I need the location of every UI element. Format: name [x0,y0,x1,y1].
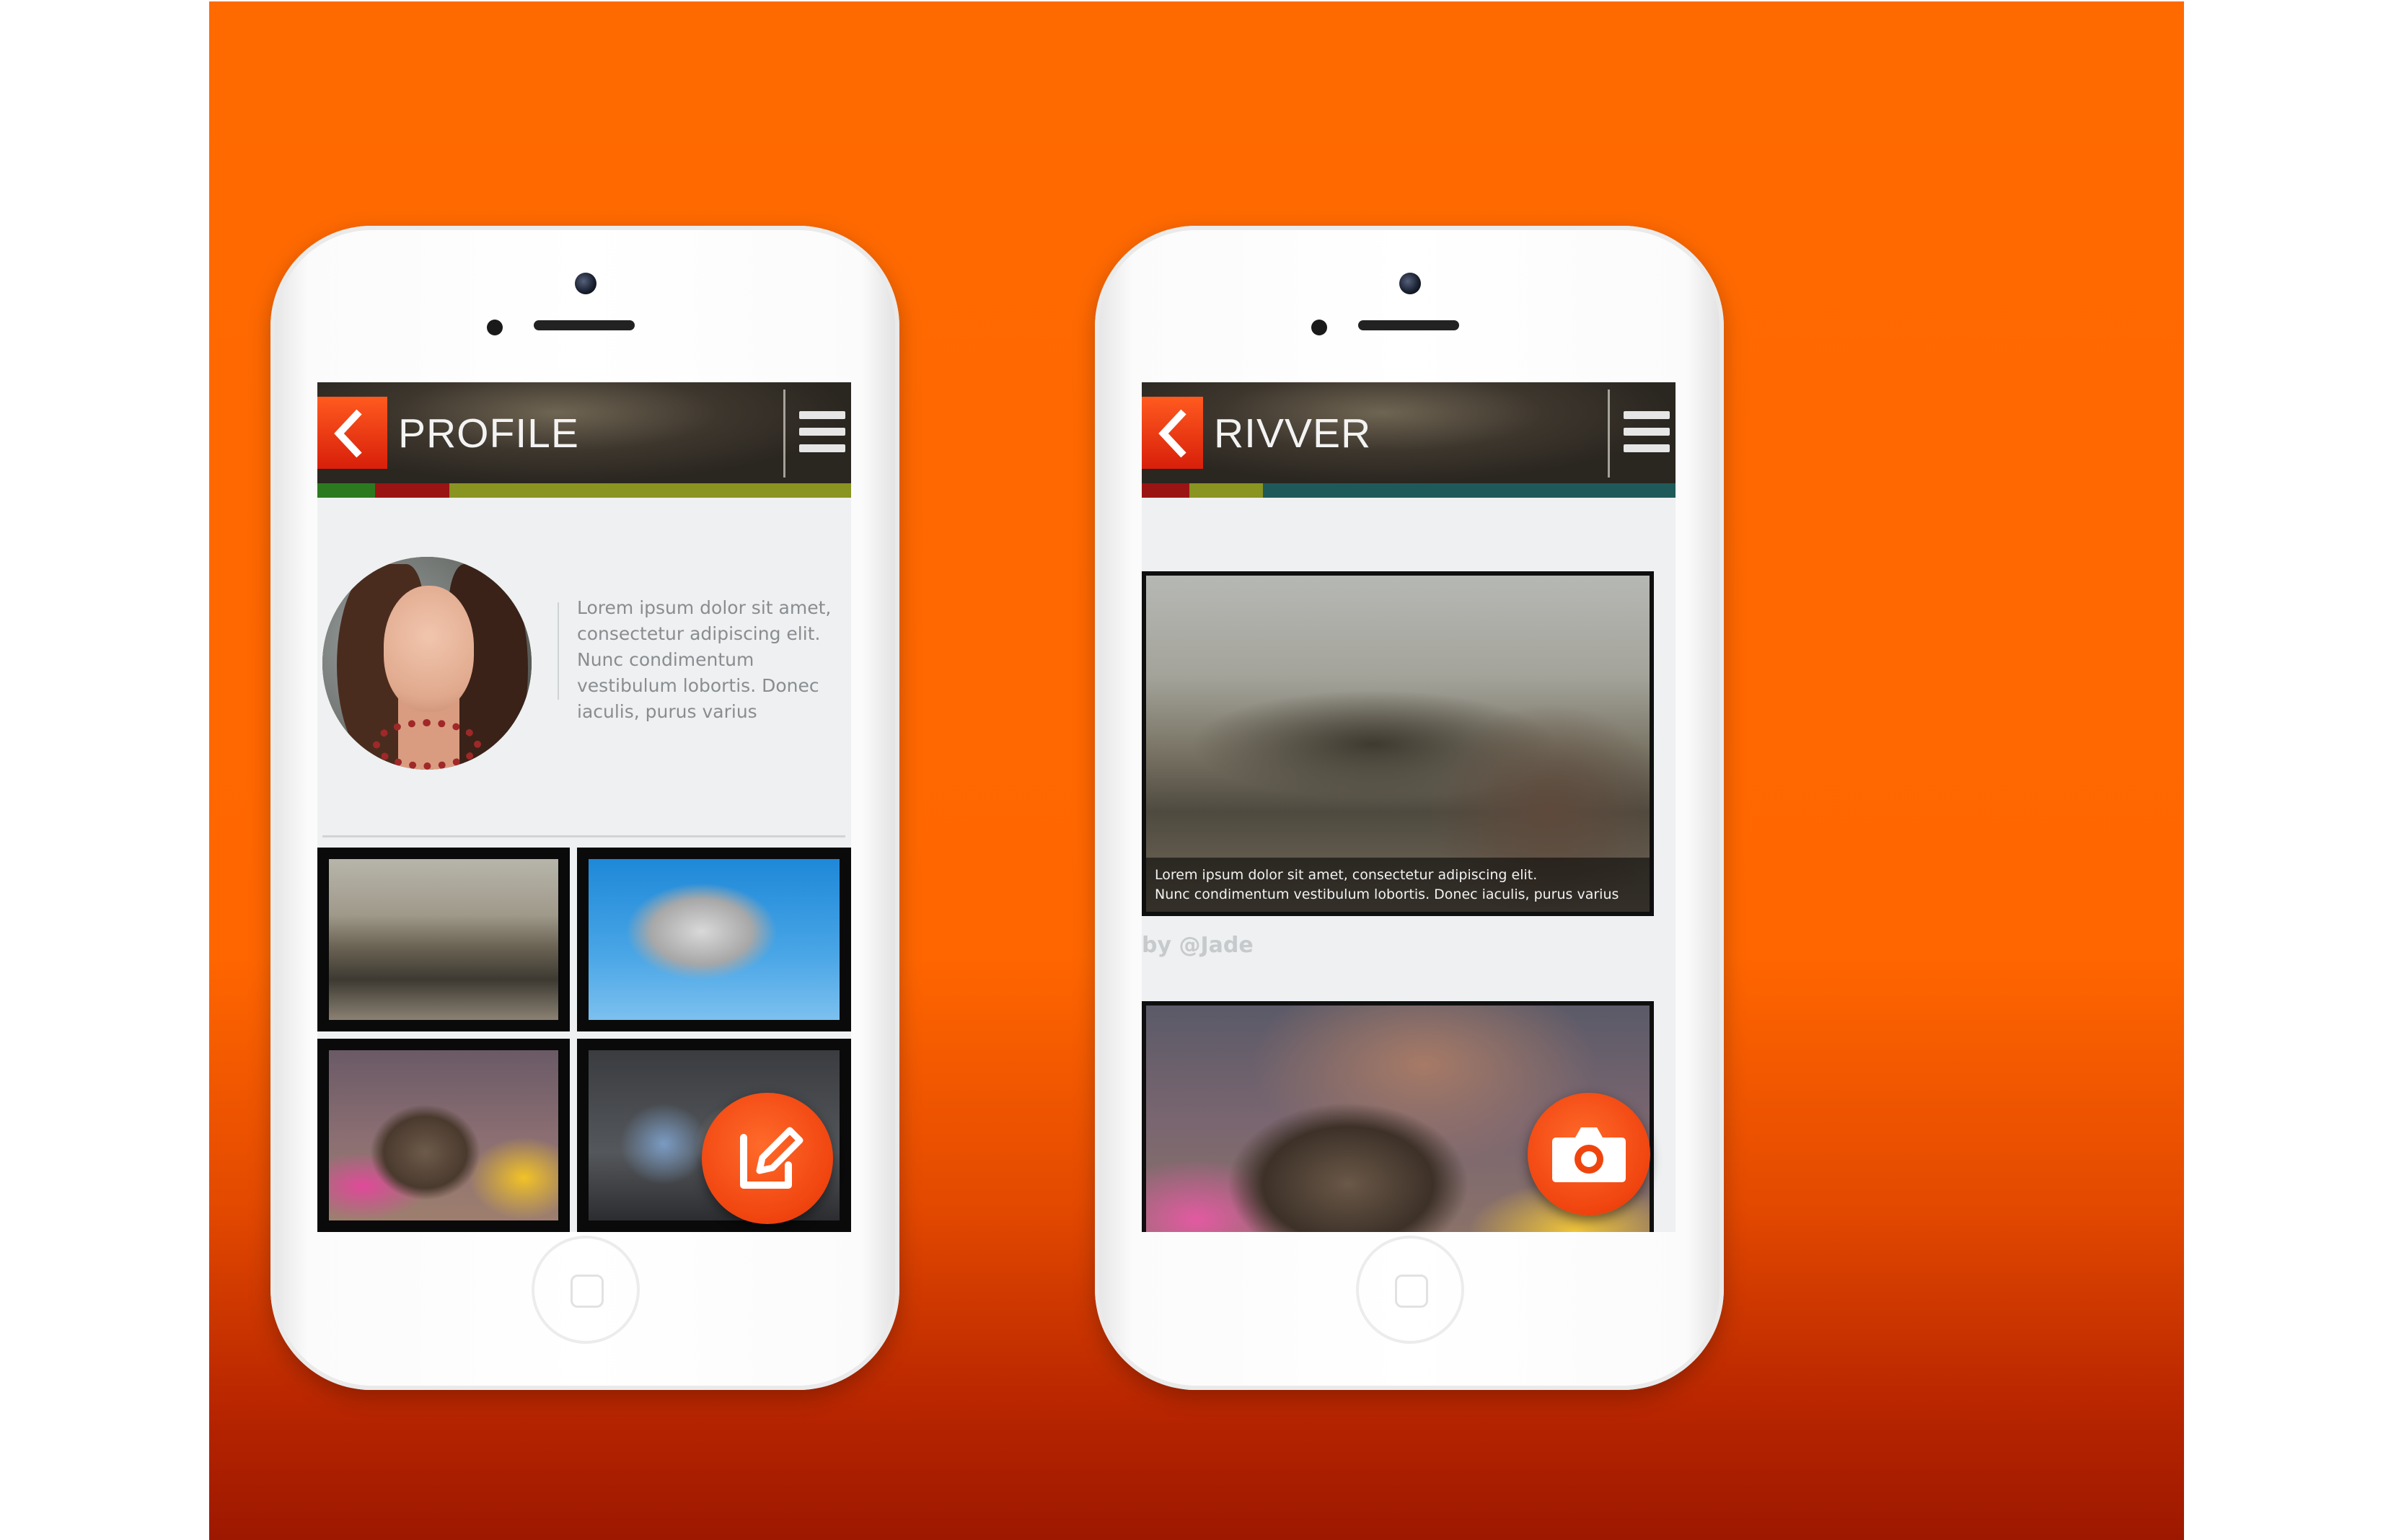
gallery-tile-puppy[interactable] [317,1039,570,1232]
app-bar: PROFILE [317,382,851,483]
phone-profile: PROFILE Lorem ipsum dolor sit amet, cons… [270,226,899,1390]
avatar[interactable] [322,557,532,770]
color-stripe [317,483,851,498]
home-button[interactable] [1356,1236,1464,1344]
edit-icon [740,1127,803,1189]
back-chevron-icon[interactable] [1142,397,1203,469]
camera-icon [1552,1127,1626,1182]
earpiece-speaker [1358,320,1459,330]
color-stripe [1142,483,1676,498]
stripe-segment-teal [1263,483,1676,498]
edit-fab-button[interactable] [702,1093,833,1224]
page-title: PROFILE [398,410,579,457]
caption-line: Lorem ipsum dolor sit amet, consectetur … [1155,867,1538,883]
post-author[interactable]: by @Jade [1142,933,1254,958]
camera-fab-button[interactable] [1528,1093,1650,1215]
hamburger-menu-icon[interactable] [1624,411,1670,462]
hamburger-menu-icon[interactable] [799,411,845,462]
gallery-tile-tank[interactable] [317,848,570,1031]
home-button[interactable] [532,1236,640,1344]
menu-divider [1608,390,1610,478]
stripe-segment-olive [449,483,851,498]
back-chevron-icon[interactable] [317,397,387,469]
menu-divider [783,390,785,478]
post-caption: Lorem ipsum dolor sit amet, consectetur … [1155,866,1650,905]
stripe-segment-green [317,483,375,498]
profile-screen: PROFILE Lorem ipsum dolor sit amet, cons… [317,382,851,1232]
proximity-sensor [487,320,503,335]
front-camera [575,273,596,294]
rivver-screen: RIVVER Lorem ipsum dolor sit amet, conse… [1142,382,1676,1232]
stripe-segment-red [1142,483,1189,498]
app-bar: RIVVER [1142,382,1676,483]
front-camera [1399,273,1421,294]
gallery-tile-smoke[interactable] [577,848,851,1031]
feed-post-card[interactable]: Lorem ipsum dolor sit amet, consectetur … [1142,571,1654,916]
bio-divider [558,602,559,700]
caption-line: Nunc condimentum vestibulum lobortis. Do… [1155,886,1619,902]
phone-rivver: RIVVER Lorem ipsum dolor sit amet, conse… [1095,226,1724,1390]
page-title: RIVVER [1214,410,1372,457]
profile-bio: Lorem ipsum dolor sit amet, consectetur … [577,597,832,722]
stripe-segment-olive [1189,483,1263,498]
stripe-segment-red [375,483,449,498]
proximity-sensor [1311,320,1327,335]
earpiece-speaker [534,320,635,330]
section-divider [322,835,845,837]
